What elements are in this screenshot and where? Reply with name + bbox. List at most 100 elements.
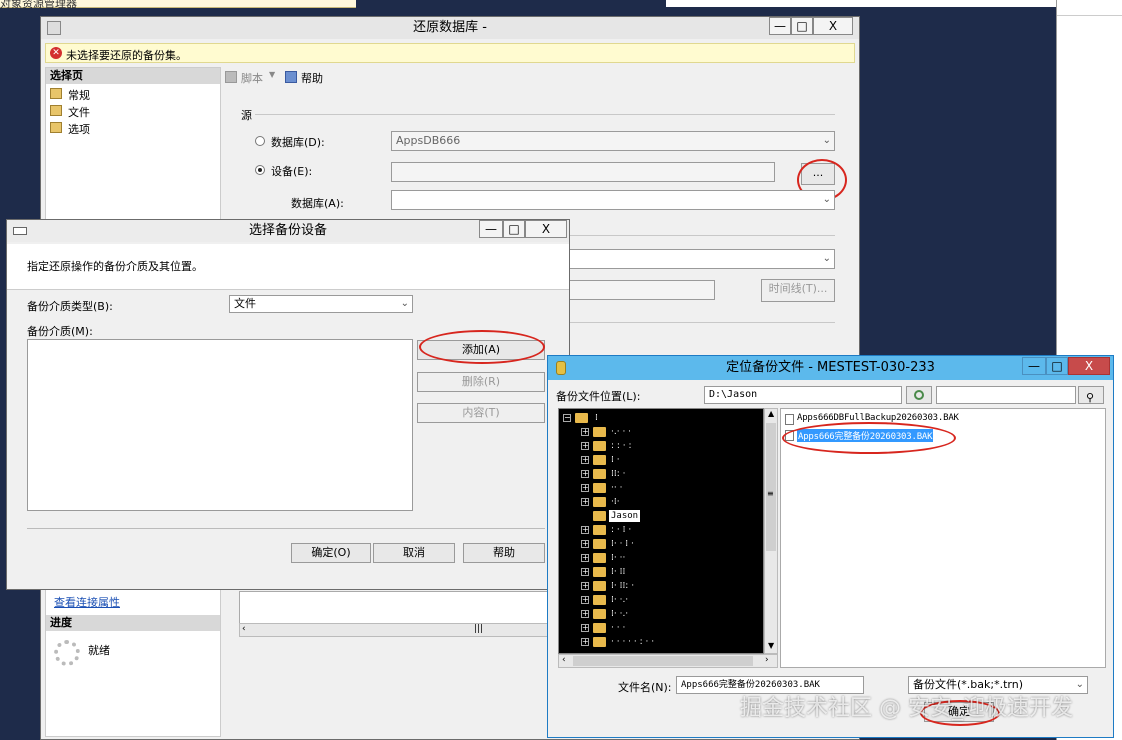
target-database-select[interactable]: ⌄ (391, 190, 835, 210)
tree-folder[interactable]: + ⁞⁞: · (559, 467, 759, 481)
remove-button[interactable]: 删除(R) (417, 372, 545, 392)
select-page-header: 选择页 (46, 68, 220, 84)
device-radio[interactable] (255, 165, 265, 175)
database-radio[interactable] (255, 136, 265, 146)
progress-status: 就绪 (88, 644, 110, 657)
file-item-selected[interactable]: Apps666完整备份20260303.BAK (783, 429, 1103, 443)
tree-folder[interactable]: +: · ⁞ · (559, 523, 759, 537)
page-item-files[interactable]: 文件 (50, 103, 210, 119)
window-icon (13, 227, 27, 235)
tree-vertical-scrollbar[interactable]: ▲ ≡ ▼ (764, 408, 778, 654)
tree-folder[interactable]: + ·⁞· (559, 495, 759, 509)
page-item-options[interactable]: 选项 (50, 120, 210, 136)
ok-button[interactable]: 确定(O) (291, 543, 371, 563)
tree-folder[interactable]: + ⁞· ·.· (559, 607, 759, 621)
script-dropdown-arrow[interactable]: ▼ (269, 70, 275, 79)
tree-folder-selected[interactable]: Jason (559, 509, 759, 523)
file-name: Apps666完整备份20260303.BAK (797, 429, 934, 442)
wrench-icon (50, 122, 62, 133)
search-icon: ⚲ (1086, 391, 1095, 404)
folder-tree[interactable]: − ⁞ + ·.· · · +: : · : + ⁞ · + ⁞⁞: · + ·· · +… (558, 408, 764, 654)
select-backup-device-dialog: 选择备份设备 — □ X 指定还原操作的备份介质及其位置。 备份介质类型(B):… (6, 219, 570, 590)
error-icon: ✕ (50, 47, 62, 59)
tree-folder[interactable]: +: : · : (559, 439, 759, 453)
progress-header: 进度 (46, 615, 220, 631)
help-button[interactable]: 帮助 (463, 543, 545, 563)
file-icon (785, 414, 794, 425)
tree-folder[interactable]: + ⁞· ⁞⁞ (559, 565, 759, 579)
restore-window-title: 还原数据库 - (413, 20, 487, 35)
timeline-button[interactable]: 时间线(T)... (761, 279, 835, 302)
page-item-label: 文件 (68, 106, 90, 119)
scroll-thumb[interactable] (766, 423, 776, 551)
tree-folder[interactable]: + ⁞ · (559, 453, 759, 467)
locate-dialog-title: 定位备份文件 - MESTEST-030-233 (726, 360, 935, 375)
restore-window-titlebar: 还原数据库 - — □ X (41, 17, 859, 39)
tree-root[interactable]: − ⁞ (559, 411, 759, 425)
database-radio-label: 数据库(D): (271, 136, 325, 149)
search-field[interactable] (936, 386, 1076, 404)
background-window-title: 对象资源管理器 (0, 0, 77, 10)
media-type-select[interactable]: 文件 ⌄ (229, 295, 413, 313)
tree-folder[interactable]: + ⁞· ·· (559, 551, 759, 565)
destination-divider (569, 235, 835, 236)
backup-location-field[interactable]: D:\Jason (704, 386, 902, 404)
maximize-button[interactable]: □ (503, 220, 525, 238)
scroll-grip: ≡ (767, 489, 774, 498)
restore-to-select[interactable]: ⌄ (569, 249, 835, 269)
close-button[interactable]: X (1068, 357, 1110, 375)
dialog-description: 指定还原操作的备份介质及其位置。 (27, 260, 203, 273)
script-button[interactable]: 脚本 (241, 70, 263, 86)
scroll-thumb[interactable]: ||| (474, 624, 483, 634)
scroll-right-arrow[interactable]: › (765, 655, 769, 665)
tree-horizontal-scrollbar[interactable]: ‹ › (558, 654, 778, 668)
progress-spinner-icon (54, 640, 80, 666)
plan-divider (569, 322, 835, 323)
file-item[interactable]: Apps666DBFullBackup20260303.BAK (783, 413, 1103, 427)
contents-button[interactable]: 内容(T) (417, 403, 545, 423)
tree-folder[interactable]: + ·· · (559, 481, 759, 495)
browse-device-button[interactable]: ... (801, 163, 835, 185)
app-icon (47, 21, 61, 35)
search-button[interactable]: ⚲ (1078, 386, 1104, 404)
maximize-button[interactable]: □ (791, 17, 813, 35)
description-panel: 指定还原操作的备份介质及其位置。 (7, 244, 569, 290)
restore-to-field[interactable] (569, 280, 715, 300)
source-database-select[interactable]: AppsDB666 ⌄ (391, 131, 835, 151)
tree-folder[interactable]: + ·.· · · (559, 425, 759, 439)
scroll-down-arrow[interactable]: ▼ (768, 641, 774, 650)
watermark: 掘金技术社区 @ 安安_迎极速开发 (740, 696, 1073, 721)
scroll-thumb[interactable] (573, 656, 753, 666)
tree-folder[interactable]: + · · · · · : · · (559, 635, 759, 649)
minimize-button[interactable]: — (1022, 357, 1046, 375)
maximize-button[interactable]: □ (1046, 357, 1068, 375)
close-button[interactable]: X (813, 17, 853, 35)
error-banner: ✕ 未选择要还原的备份集。 (45, 43, 855, 63)
file-list[interactable]: Apps666DBFullBackup20260303.BAK Apps666完… (780, 408, 1106, 668)
device-path-field[interactable] (391, 162, 775, 182)
grid-horizontal-scrollbar[interactable]: ‹ ||| (239, 623, 549, 637)
target-database-label: 数据库(A): (291, 197, 344, 210)
tree-folder[interactable]: + ⁞· ·.· (559, 593, 759, 607)
add-button[interactable]: 添加(A) (417, 340, 545, 360)
tree-folder[interactable]: + ⁞· ⁞⁞: · (559, 579, 759, 593)
scroll-left-arrow[interactable]: ‹ (242, 624, 246, 634)
backup-media-list[interactable] (27, 339, 413, 511)
help-button[interactable]: 帮助 (301, 70, 323, 86)
view-connection-properties-link[interactable]: 查看连接属性 (54, 594, 120, 610)
tree-folder[interactable]: + · · · (559, 621, 759, 635)
background-strip-right (666, 0, 1056, 7)
refresh-button[interactable] (906, 386, 932, 404)
source-divider (255, 114, 835, 115)
page-item-general[interactable]: 常规 (50, 86, 210, 102)
page-item-label: 选项 (68, 123, 90, 136)
refresh-icon (914, 390, 924, 400)
close-button[interactable]: X (525, 220, 567, 238)
scroll-left-arrow[interactable]: ‹ (562, 655, 566, 665)
minimize-button[interactable]: — (479, 220, 503, 238)
minimize-button[interactable]: — (769, 17, 791, 35)
toolbar: 脚本 ▼ 帮助 (223, 67, 855, 87)
scroll-up-arrow[interactable]: ▲ (768, 409, 774, 418)
tree-folder[interactable]: + ⁞· · ⁞ · (559, 537, 759, 551)
cancel-button[interactable]: 取消 (373, 543, 455, 563)
